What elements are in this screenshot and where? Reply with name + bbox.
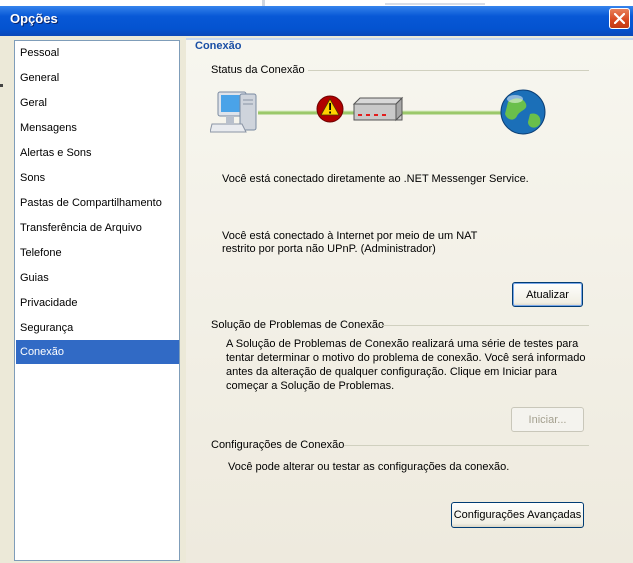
- connection-diagram: [210, 89, 546, 135]
- sidebar-item-pastas-compartilhamento[interactable]: Pastas de Compartilhamento: [16, 191, 179, 215]
- sidebar-item-telefone[interactable]: Telefone: [16, 241, 179, 265]
- refresh-button[interactable]: Atualizar: [512, 282, 583, 307]
- sidebar-item-guias[interactable]: Guias: [16, 266, 179, 290]
- sidebar-item-alertas-e-sons[interactable]: Alertas e Sons: [16, 141, 179, 165]
- advanced-settings-button[interactable]: Configurações Avançadas: [451, 502, 584, 528]
- sidebar-item-mensagens[interactable]: Mensagens: [16, 116, 179, 140]
- background-mark: [385, 3, 485, 5]
- nat-status-line1: Você está conectado à Internet por meio …: [222, 230, 478, 242]
- router-icon: [352, 96, 404, 122]
- sidebar-item-conexao[interactable]: Conexão: [16, 340, 179, 364]
- sidebar-item-seguranca[interactable]: Segurança: [16, 316, 179, 340]
- connection-panel: Conexão Status da Conexão Você está cone…: [186, 38, 633, 563]
- globe-icon: [500, 89, 546, 135]
- direct-connection-text: Você está conectado diretamente ao .NET …: [222, 173, 529, 185]
- sidebar-item-general[interactable]: General: [16, 66, 179, 90]
- background-strip: [0, 0, 633, 6]
- computer-icon: [210, 91, 257, 133]
- title-bar[interactable]: Opções: [0, 0, 633, 36]
- window-title: Opções: [10, 11, 58, 26]
- close-icon: [614, 13, 625, 24]
- start-troubleshoot-button[interactable]: Iniciar...: [511, 407, 584, 432]
- panel-title: Conexão: [195, 40, 242, 52]
- troubleshoot-desc-3: antes da alteração de qualquer configura…: [226, 366, 557, 378]
- background-mark: [262, 0, 265, 6]
- settings-desc: Você pode alterar ou testar as configura…: [228, 461, 510, 473]
- status-section-title: Status da Conexão: [211, 64, 305, 76]
- divider: [381, 325, 589, 326]
- sidebar-item-pessoal[interactable]: Pessoal: [16, 41, 179, 65]
- background-edge: [0, 72, 4, 92]
- sidebar-item-sons[interactable]: Sons: [16, 166, 179, 190]
- settings-section-title: Configurações de Conexão: [211, 439, 345, 451]
- divider: [308, 70, 589, 71]
- troubleshoot-section-title: Solução de Problemas de Conexão: [211, 319, 385, 331]
- close-button[interactable]: [609, 8, 630, 29]
- nat-status-line2: restrito por porta não UPnP. (Administra…: [222, 243, 436, 255]
- sidebar-item-privacidade[interactable]: Privacidade: [16, 291, 179, 315]
- category-list[interactable]: Pessoal General Geral Mensagens Alertas …: [14, 40, 180, 561]
- troubleshoot-desc-4: começar a Solução de Problemas.: [226, 380, 395, 392]
- sidebar-item-transferencia-arquivo[interactable]: Transferência de Arquivo: [16, 216, 179, 240]
- sidebar-item-geral[interactable]: Geral: [16, 91, 179, 115]
- divider: [344, 445, 589, 446]
- troubleshoot-desc-2: tentar determinar o motivo do problema d…: [226, 352, 586, 364]
- warning-icon: [316, 95, 344, 123]
- troubleshoot-desc-1: A Solução de Problemas de Conexão realiz…: [226, 338, 579, 350]
